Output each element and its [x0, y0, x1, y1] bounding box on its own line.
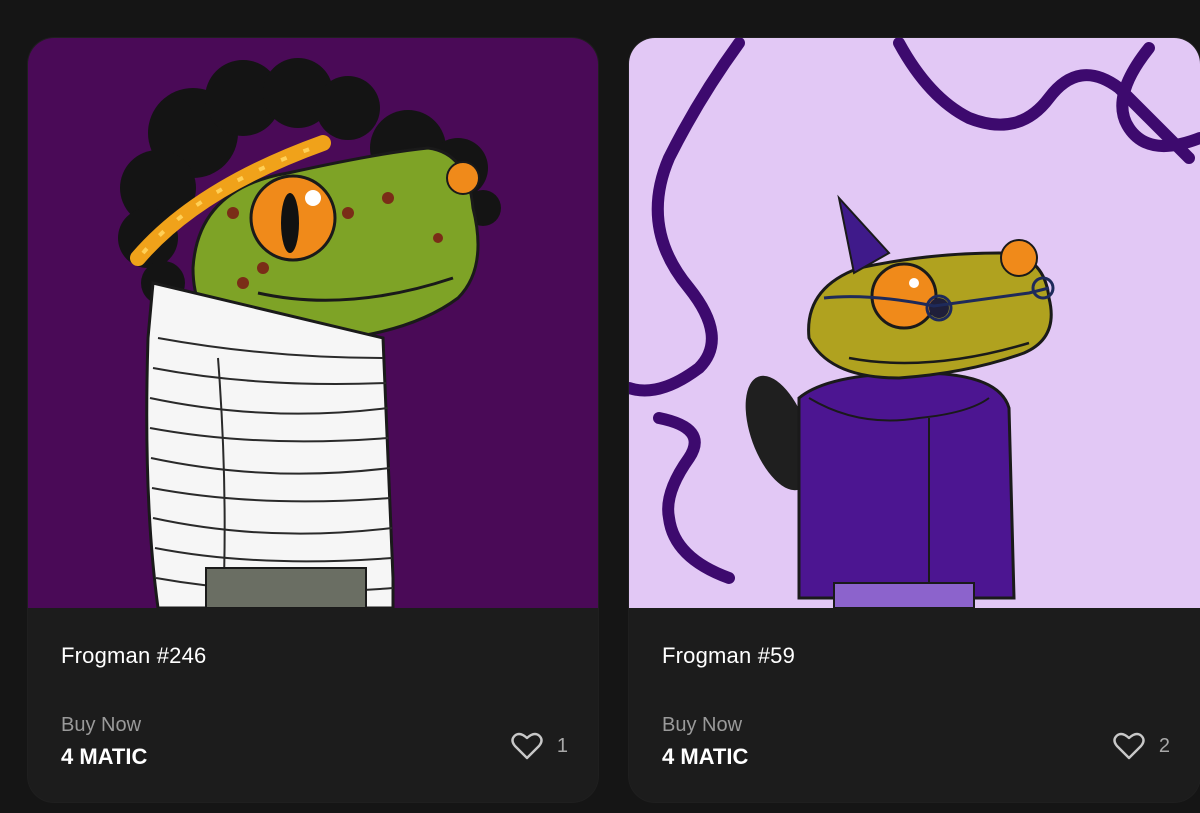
nft-artwork-frogman-246[interactable] [28, 38, 598, 608]
price-value: 4 MATIC [662, 744, 749, 769]
nft-card[interactable]: Frogman #59 Buy Now 4 MATIC 2 [629, 38, 1200, 802]
like-count: 2 [1158, 734, 1170, 757]
heart-outline-icon [1113, 732, 1145, 760]
card-info: Frogman #59 Buy Now 4 MATIC 2 [629, 608, 1200, 802]
nft-image [28, 38, 598, 608]
card-info: Frogman #246 Buy Now 4 MATIC 1 [28, 608, 598, 802]
like-button[interactable]: 2 [1113, 732, 1170, 760]
nft-title[interactable]: Frogman #59 [662, 643, 795, 669]
sale-type-label: Buy Now [662, 714, 743, 736]
nft-card[interactable]: Frogman #246 Buy Now 4 MATIC 1 [28, 38, 598, 802]
nft-image [629, 38, 1200, 608]
nft-card-grid: Frogman #246 Buy Now 4 MATIC 1 Frogman #… [0, 0, 1200, 813]
nft-title[interactable]: Frogman #246 [61, 643, 207, 669]
like-button[interactable]: 1 [511, 732, 568, 760]
heart-outline-icon [511, 732, 543, 760]
sale-type-label: Buy Now [61, 714, 142, 736]
nft-artwork-frogman-59[interactable] [629, 38, 1200, 608]
like-count: 1 [556, 734, 568, 757]
price-value: 4 MATIC [61, 744, 148, 769]
